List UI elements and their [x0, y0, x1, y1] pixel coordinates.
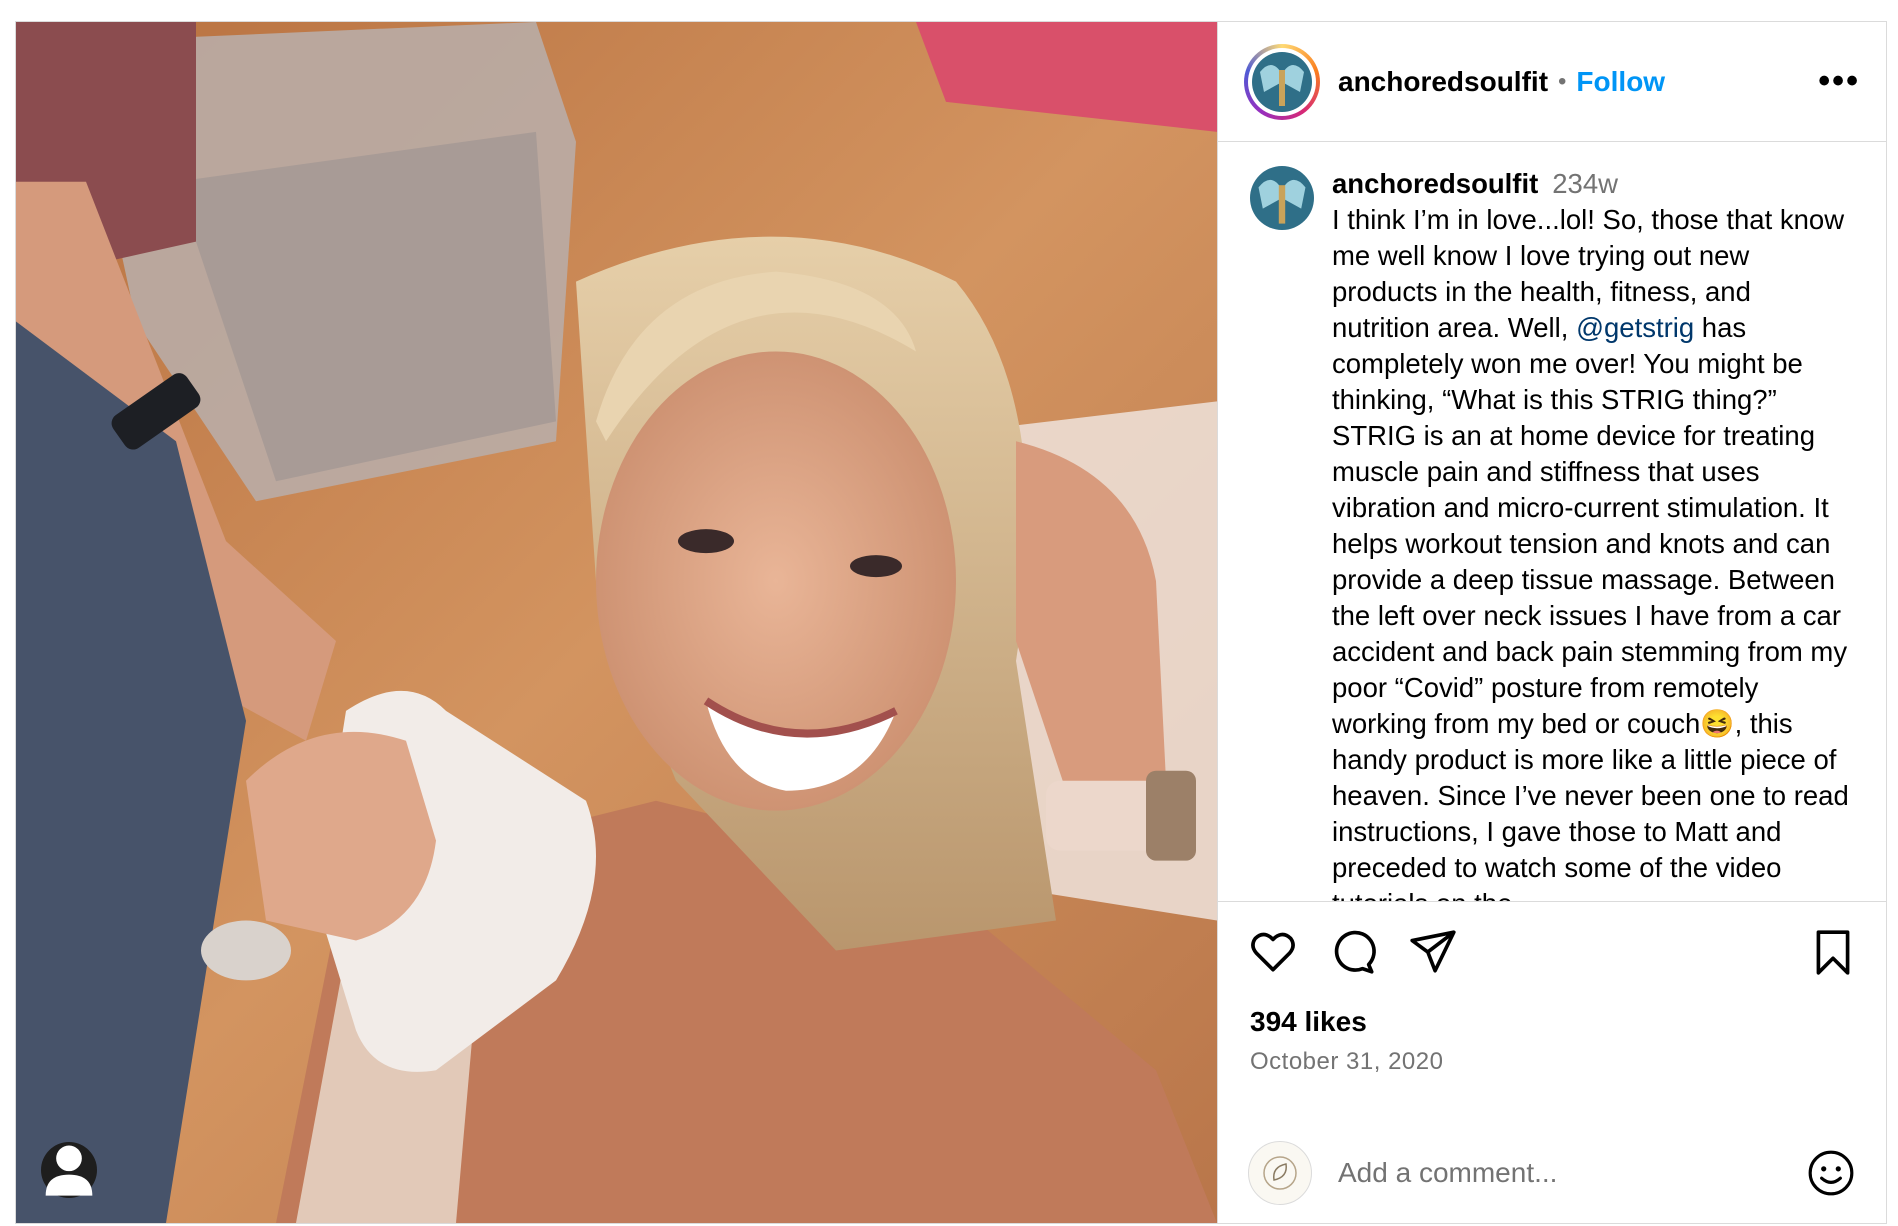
user-tag-icon — [45, 1145, 93, 1196]
more-options-icon[interactable]: ••• — [1818, 62, 1860, 101]
caption-text-part: has completely won me over! You might be… — [1332, 312, 1849, 901]
story-ring[interactable] — [1244, 43, 1320, 120]
smiley-icon[interactable] — [1806, 1148, 1856, 1198]
leaf-logo-icon — [1263, 1156, 1297, 1190]
tagged-users-button[interactable] — [41, 1142, 97, 1198]
commenter-avatar — [1248, 1141, 1312, 1205]
instagram-post: anchoredsoulfit • Follow ••• anchoredsou… — [15, 21, 1887, 1224]
add-comment-row — [1218, 1123, 1886, 1223]
comment-icon[interactable] — [1328, 927, 1378, 977]
post-header: anchoredsoulfit • Follow ••• — [1218, 22, 1886, 142]
comment-input[interactable] — [1336, 1156, 1806, 1190]
photo-illustration — [16, 22, 1217, 1223]
heart-icon[interactable] — [1248, 927, 1298, 977]
likes-count[interactable]: 394 likes — [1218, 1002, 1886, 1042]
mention-link[interactable]: @getstrig — [1576, 312, 1694, 343]
post-side-panel: anchoredsoulfit • Follow ••• anchoredsou… — [1217, 22, 1886, 1223]
avatar — [1252, 51, 1312, 112]
separator-dot: • — [1558, 67, 1567, 95]
caption-time[interactable]: 234w — [1552, 168, 1618, 199]
caption-text: anchoredsoulfit 234w I think I’m in love.… — [1332, 166, 1856, 901]
caption-section: anchoredsoulfit 234w I think I’m in love.… — [1218, 142, 1886, 902]
caption-avatar[interactable] — [1250, 166, 1314, 230]
post-photo[interactable] — [16, 22, 1217, 1223]
header-username[interactable]: anchoredsoulfit — [1338, 66, 1548, 98]
bookmark-icon[interactable] — [1808, 927, 1858, 977]
post-date[interactable]: October 31, 2020 — [1218, 1042, 1886, 1082]
follow-button[interactable]: Follow — [1576, 66, 1665, 98]
action-bar — [1218, 902, 1886, 1002]
caption-username[interactable]: anchoredsoulfit — [1332, 168, 1538, 199]
paper-plane-icon[interactable] — [1408, 927, 1458, 977]
